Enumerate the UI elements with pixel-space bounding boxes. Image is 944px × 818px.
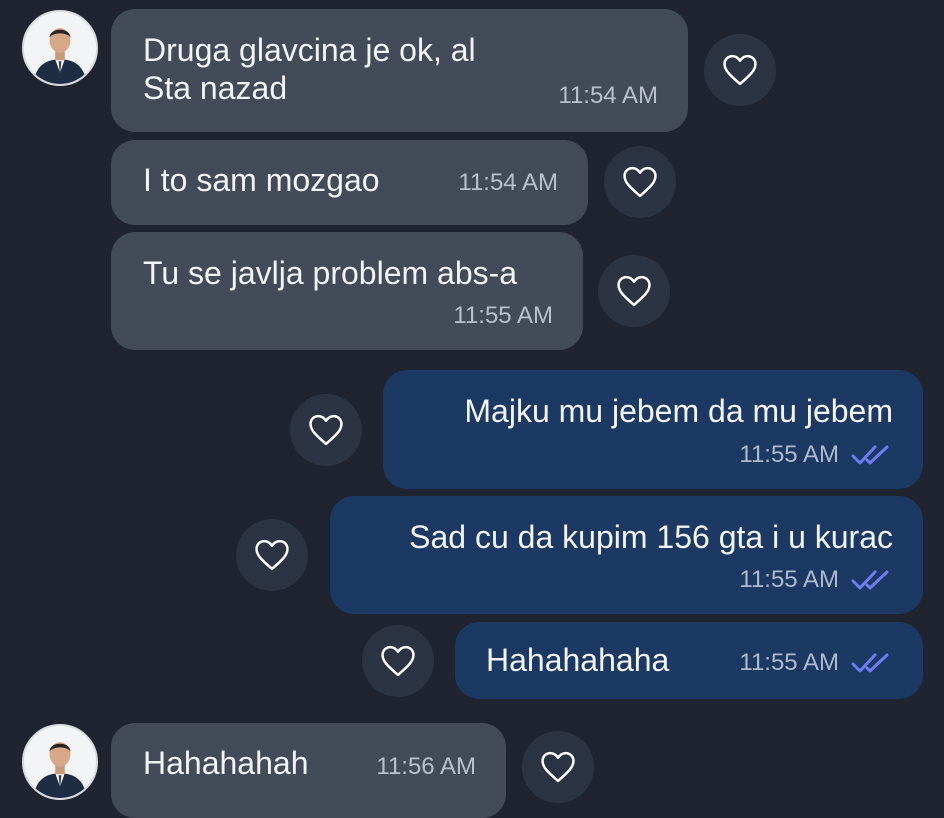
contact-avatar[interactable] (22, 10, 98, 86)
message-time: 11:55 AM (739, 649, 839, 676)
double-check-icon (851, 570, 889, 590)
react-button[interactable] (604, 146, 676, 218)
message-text-line: Sta nazad (143, 70, 288, 106)
message-time: 11:55 AM (739, 441, 839, 468)
react-button[interactable] (362, 625, 434, 697)
heart-outline-icon (381, 645, 415, 677)
message-bubble-incoming[interactable]: Hahahahah 11:56 AM (111, 723, 506, 818)
message-bubble-incoming[interactable]: Druga glavcina je ok, al Sta nazad 11:54… (111, 9, 688, 132)
message-bubble-outgoing[interactable]: Hahahahaha 11:55 AM (455, 622, 923, 699)
message-time: 11:56 AM (376, 753, 476, 780)
message-time: 11:55 AM (739, 566, 839, 593)
double-check-icon (851, 445, 889, 465)
message-time: 11:55 AM (453, 302, 553, 329)
message-time: 11:54 AM (458, 169, 558, 196)
heart-outline-icon (255, 539, 289, 571)
avatar-portrait (24, 726, 96, 798)
heart-outline-icon (541, 751, 575, 783)
react-button[interactable] (704, 34, 776, 106)
message-text: Druga glavcina je ok, al Sta nazad (143, 31, 476, 107)
react-button[interactable] (236, 519, 308, 591)
message-bubble-incoming[interactable]: Tu se javlja problem abs-a 11:55 AM (111, 232, 583, 350)
message-text-line: Druga glavcina je ok, al (143, 32, 476, 68)
heart-outline-icon (723, 54, 757, 86)
react-button[interactable] (598, 255, 670, 327)
heart-outline-icon (617, 275, 651, 307)
heart-outline-icon (623, 166, 657, 198)
double-check-icon (851, 653, 889, 673)
message-bubble-incoming[interactable]: I to sam mozgao 11:54 AM (111, 140, 588, 225)
message-text: Sad cu da kupim 156 gta i u kurac (409, 519, 893, 555)
message-text: Tu se javlja problem abs-a (143, 255, 518, 291)
react-button[interactable] (290, 394, 362, 466)
message-text: I to sam mozgao (143, 162, 380, 198)
heart-outline-icon (309, 414, 343, 446)
message-bubble-outgoing[interactable]: Sad cu da kupim 156 gta i u kurac 11:55 … (330, 496, 923, 614)
message-text: Hahahahaha (486, 642, 670, 678)
message-text: Hahahahah (143, 745, 309, 781)
contact-avatar[interactable] (22, 724, 98, 800)
message-time: 11:54 AM (558, 82, 658, 109)
avatar-portrait (24, 12, 96, 84)
react-button[interactable] (522, 731, 594, 803)
message-bubble-outgoing[interactable]: Majku mu jebem da mu jebem 11:55 AM (383, 370, 923, 489)
message-text: Majku mu jebem da mu jebem (464, 393, 893, 429)
